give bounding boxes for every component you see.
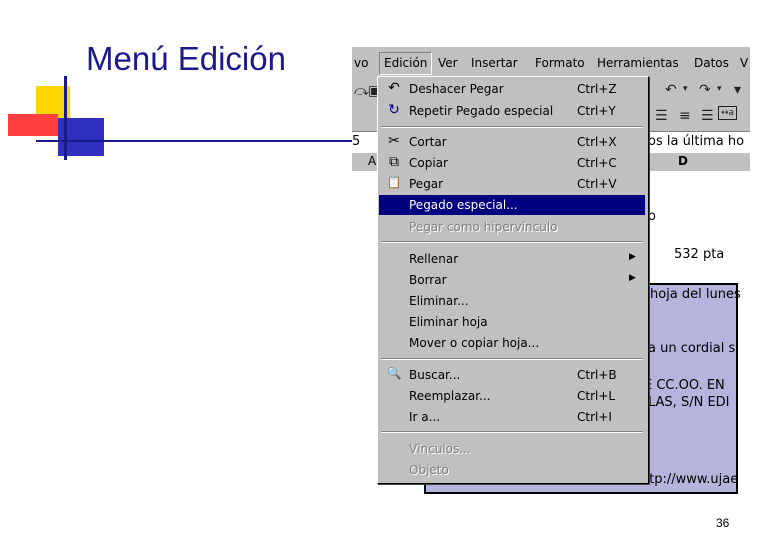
toolbar-left-icon[interactable]: ⤼ <box>354 83 369 99</box>
menu-item-goto[interactable]: Ir a... Ctrl+I <box>379 407 645 427</box>
submenu-arrow-icon: ▶ <box>629 252 636 262</box>
cell-text[interactable]: ttp://www.ujae <box>644 472 738 487</box>
menubar-item-archivo[interactable]: vo <box>354 56 368 70</box>
menubar-item-datos[interactable]: Datos <box>694 56 729 70</box>
menu-item-label: Cortar <box>409 135 447 149</box>
menu-item-cut[interactable]: ✂ Cortar Ctrl+X <box>379 132 645 152</box>
copy-icon: ⧉ <box>389 154 399 170</box>
name-box-fragment[interactable]: 5 <box>352 134 360 149</box>
menu-item-delete[interactable]: Eliminar... <box>379 291 645 311</box>
menubar-item-formato[interactable]: Formato <box>535 56 585 70</box>
menu-item-paste-special[interactable]: Pegado especial... <box>379 195 645 215</box>
menu-item-shortcut: Ctrl+V <box>577 177 617 191</box>
menu-item-label: Eliminar hoja <box>409 315 488 329</box>
menu-item-delete-sheet[interactable]: Eliminar hoja <box>379 312 645 332</box>
cell-text[interactable]: 532 pta <box>674 247 724 262</box>
column-header-a[interactable]: A <box>368 154 376 168</box>
toolbar-more-icon[interactable]: ▾ <box>734 82 741 98</box>
menu-separator <box>381 358 643 360</box>
cell-text[interactable]: LAS, S/N EDI <box>648 395 730 410</box>
menu-item-find[interactable]: 🔍 Buscar... Ctrl+B <box>379 365 645 385</box>
submenu-arrow-icon: ▶ <box>629 273 636 283</box>
menubar-item-ventana[interactable]: V <box>740 56 748 70</box>
menu-item-replace[interactable]: Reemplazar... Ctrl+L <box>379 386 645 406</box>
clipboard-icon: 📋 <box>386 175 402 189</box>
menu-item-shortcut: Ctrl+B <box>577 368 617 382</box>
merge-center-icon[interactable]: ↔a <box>718 106 738 120</box>
menubar-item-edicion[interactable]: Edición <box>379 52 433 75</box>
menu-item-redo[interactable]: ↻ Repetir Pegado especial Ctrl+Y <box>379 101 645 121</box>
menu-item-links[interactable]: Vínculos... <box>379 439 645 459</box>
menu-item-shortcut: Ctrl+I <box>577 410 612 424</box>
menu-item-label: Buscar... <box>409 368 461 382</box>
menu-bar: vo Edición Ver Insertar Formato Herramie… <box>352 47 750 77</box>
menu-item-label: Pegar como hipervínculo <box>409 220 558 234</box>
cell-text[interactable]: o <box>648 209 656 224</box>
menu-item-label: Pegado especial... <box>409 198 518 212</box>
undo-icon[interactable]: ↶ <box>665 82 677 98</box>
menu-separator <box>381 431 643 433</box>
cell-text[interactable]: a un cordial s <box>648 341 735 356</box>
binoculars-icon: 🔍 <box>386 366 402 380</box>
menu-item-label: Pegar <box>409 177 444 191</box>
menu-item-undo[interactable]: ↶ Deshacer Pegar Ctrl+Z <box>379 79 645 99</box>
align-center-icon[interactable]: ≡ <box>679 108 691 124</box>
scissors-icon: ✂ <box>388 133 400 149</box>
menu-item-shortcut: Ctrl+X <box>577 135 617 149</box>
menu-item-label: Mover o copiar hoja... <box>409 336 540 350</box>
menu-item-fill[interactable]: Rellenar ▶ <box>379 249 645 269</box>
menubar-item-insertar[interactable]: Insertar <box>471 56 518 70</box>
align-left-icon[interactable]: ☰ <box>655 108 668 124</box>
menu-item-paste[interactable]: 📋 Pegar Ctrl+V <box>379 174 645 194</box>
title-rule <box>40 140 352 142</box>
menu-item-label: Reemplazar... <box>409 389 491 403</box>
menu-item-label: Borrar <box>409 273 447 287</box>
menubar-item-ver[interactable]: Ver <box>438 56 458 70</box>
menu-item-shortcut: Ctrl+Y <box>577 104 616 118</box>
menu-item-copy[interactable]: ⧉ Copiar Ctrl+C <box>379 153 645 173</box>
formula-text-fragment[interactable]: os la última ho <box>648 134 744 149</box>
menu-item-label: Rellenar <box>409 252 459 266</box>
menu-item-shortcut: Ctrl+L <box>577 389 616 403</box>
menu-item-label: Repetir Pegado especial <box>409 104 554 118</box>
menu-separator <box>381 241 643 243</box>
menu-item-paste-hyperlink[interactable]: Pegar como hipervínculo <box>379 217 645 237</box>
redo-icon[interactable]: ↷ <box>699 82 711 98</box>
redo-icon: ↻ <box>388 102 400 118</box>
menu-item-label: Deshacer Pegar <box>409 82 504 96</box>
undo-icon: ↶ <box>388 80 400 96</box>
cell-text[interactable]: E CC.OO. EN <box>644 378 725 393</box>
menu-item-label: Vínculos... <box>409 442 471 456</box>
menu-item-label: Copiar <box>409 156 448 170</box>
undo-dropdown-icon[interactable]: ▾ <box>683 84 688 94</box>
slide-title: Menú Edición <box>86 40 286 77</box>
align-right-icon[interactable]: ☰ <box>701 108 714 124</box>
menu-item-move-copy-sheet[interactable]: Mover o copiar hoja... <box>379 333 645 353</box>
redo-dropdown-icon[interactable]: ▾ <box>717 84 722 94</box>
page-number: 36 <box>716 516 730 530</box>
menu-item-object[interactable]: Objeto <box>379 460 645 480</box>
menu-item-label: Objeto <box>409 463 449 477</box>
menu-item-label: Ir a... <box>409 410 441 424</box>
cell-text[interactable]: hoja del lunes <box>650 287 741 302</box>
edit-menu-dropdown: ↶ Deshacer Pegar Ctrl+Z ↻ Repetir Pegado… <box>377 76 649 484</box>
menu-separator <box>381 126 643 128</box>
menu-item-shortcut: Ctrl+Z <box>577 82 617 96</box>
column-header-d[interactable]: D <box>678 154 688 168</box>
menu-item-clear[interactable]: Borrar ▶ <box>379 270 645 290</box>
menu-item-shortcut: Ctrl+C <box>577 156 617 170</box>
excel-screenshot: vo Edición Ver Insertar Formato Herramie… <box>352 47 750 494</box>
menubar-item-herramientas[interactable]: Herramientas <box>597 56 679 70</box>
decorative-logo <box>8 76 120 160</box>
menu-item-label: Eliminar... <box>409 294 469 308</box>
